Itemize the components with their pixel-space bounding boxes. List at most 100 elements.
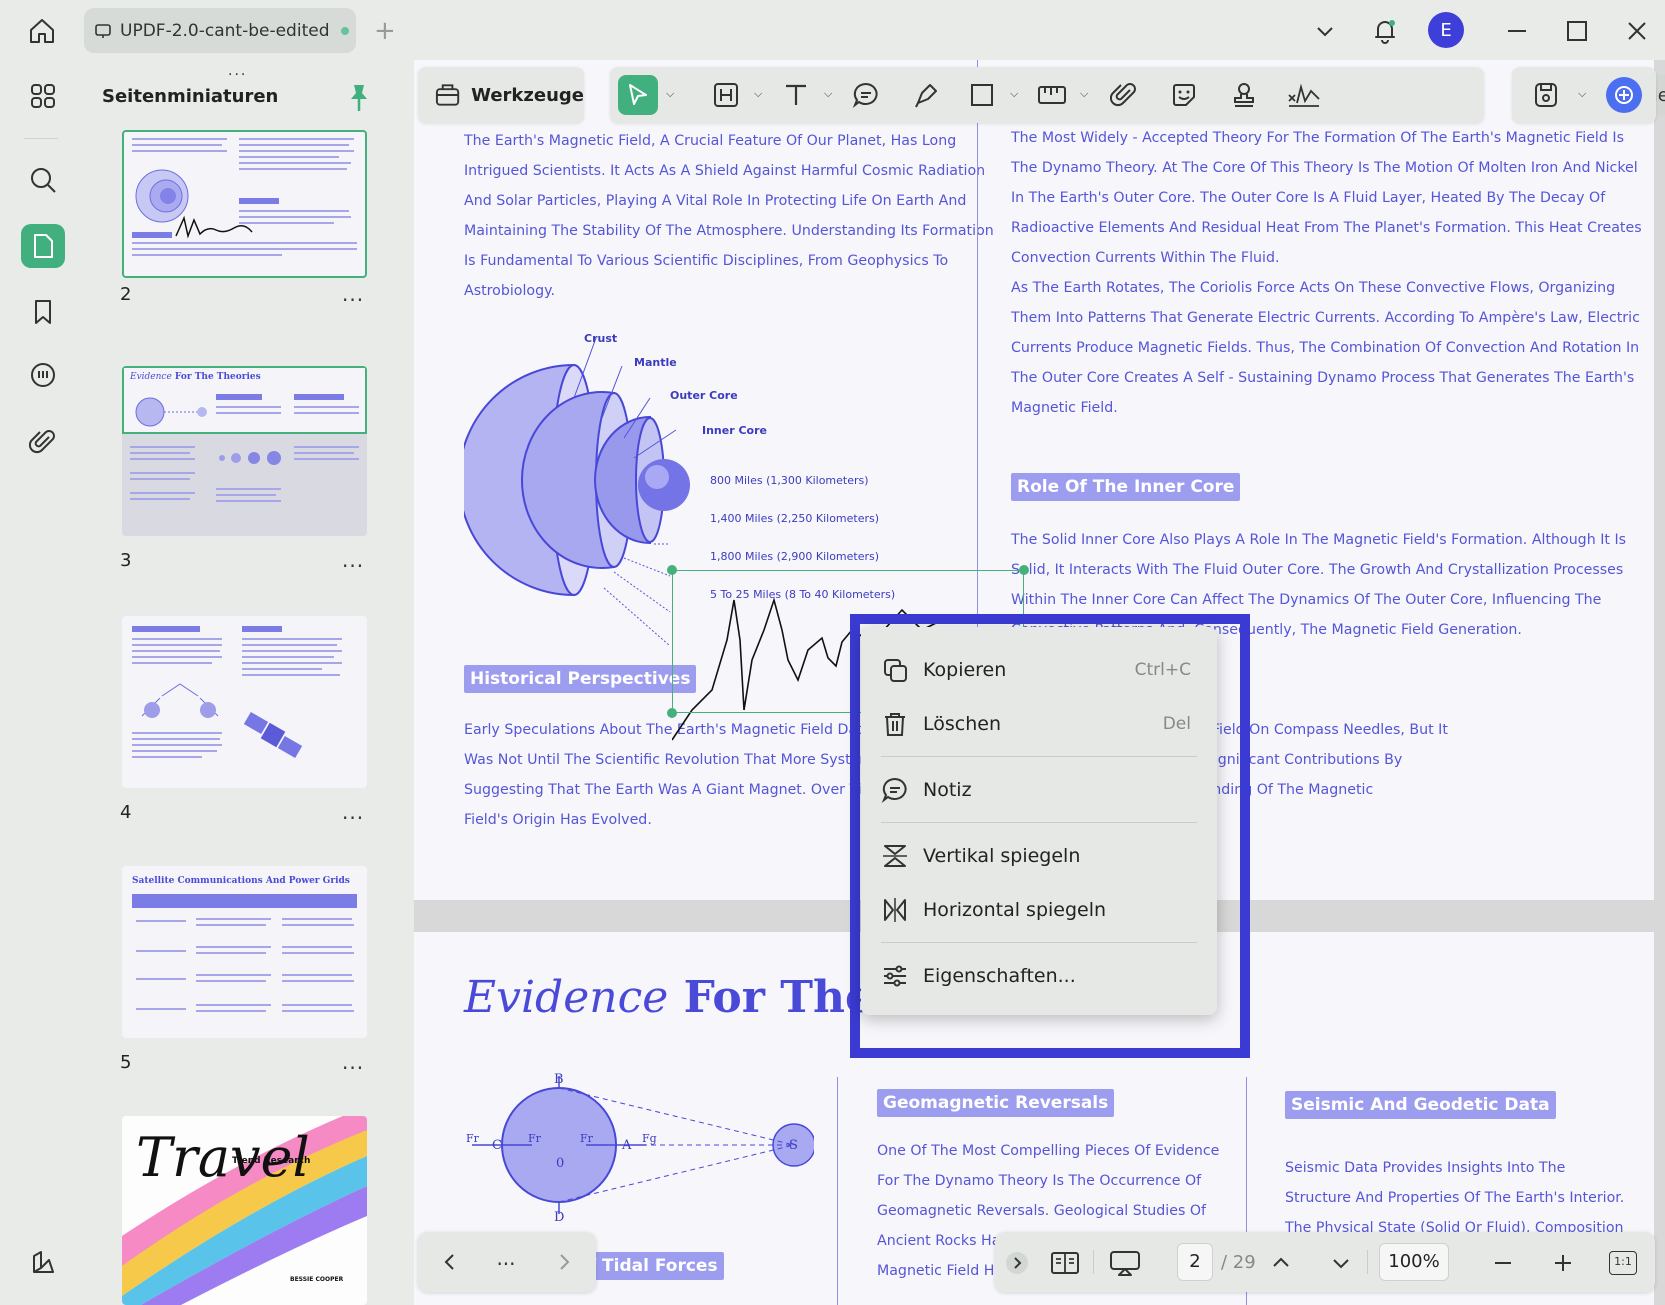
actual-size-button[interactable]: 1:1 bbox=[1605, 1245, 1641, 1281]
resize-handle[interactable] bbox=[1019, 565, 1029, 575]
maximize-button[interactable] bbox=[1560, 14, 1594, 48]
thumbnail-panel: ... Seitenminiaturen 2 ... Evidence For … bbox=[80, 60, 410, 1305]
comment-tool[interactable] bbox=[846, 75, 886, 115]
menu-item-flip-horizontal[interactable]: Horizontal spiegeln bbox=[879, 887, 1199, 933]
ai-icon bbox=[1615, 86, 1633, 104]
page-down-button[interactable] bbox=[1323, 1245, 1359, 1281]
rail-attachments-button[interactable] bbox=[21, 420, 65, 464]
main-toolbar: Werkzeuge ⌵ ⌵ ⌵ ⌵ ⌵ ⌵ bbox=[414, 64, 1665, 128]
label-mantle: Mantle bbox=[634, 356, 677, 369]
force-label-a: A bbox=[622, 1138, 632, 1153]
rail-settings-button[interactable] bbox=[21, 1240, 65, 1284]
minus-icon bbox=[1495, 1262, 1511, 1264]
thumbnail-page-6[interactable]: Travel Trend Research BESSIE COOPER bbox=[122, 1116, 367, 1305]
presentation-button[interactable] bbox=[1107, 1245, 1143, 1281]
historical-heading: Historical Perspectives bbox=[464, 665, 697, 693]
close-window-button[interactable] bbox=[1620, 14, 1654, 48]
rail-bookmarks-button[interactable] bbox=[21, 290, 65, 334]
cursor-icon bbox=[629, 84, 647, 105]
resize-handle[interactable] bbox=[667, 565, 677, 575]
next-button[interactable] bbox=[546, 1244, 582, 1280]
ai-assistant-button[interactable] bbox=[1606, 77, 1642, 113]
nav-more-button[interactable]: ... bbox=[488, 1240, 524, 1276]
menu-item-delete[interactable]: Löschen Del bbox=[879, 701, 1199, 747]
new-tab-button[interactable]: + bbox=[374, 16, 396, 46]
collapse-bar-button[interactable] bbox=[999, 1245, 1035, 1281]
bell-icon bbox=[1375, 20, 1395, 44]
tools-button[interactable]: Werkzeuge bbox=[418, 67, 584, 123]
signature-tool[interactable] bbox=[1284, 75, 1324, 115]
thumb-satellite-dishes bbox=[141, 683, 219, 718]
force-label-fr: Fr bbox=[580, 1132, 593, 1145]
zoom-in-button[interactable] bbox=[1545, 1245, 1581, 1281]
page-layout-button[interactable] bbox=[1047, 1245, 1083, 1281]
rail-organize-button[interactable] bbox=[21, 74, 65, 118]
menu-item-properties[interactable]: Eigenschaften... bbox=[879, 953, 1199, 999]
thumbnail-more-button[interactable]: ... bbox=[342, 1050, 364, 1074]
layers-icon bbox=[33, 1251, 54, 1273]
page-up-button[interactable] bbox=[1263, 1245, 1299, 1281]
stamp-icon bbox=[1234, 83, 1254, 107]
menu-item-note[interactable]: Notiz bbox=[879, 767, 1199, 813]
maximize-icon bbox=[1567, 21, 1587, 41]
text-tool[interactable] bbox=[776, 75, 816, 115]
rail-thumbnails-button[interactable] bbox=[21, 224, 65, 268]
pen-tool[interactable] bbox=[906, 75, 946, 115]
highlight-tool[interactable] bbox=[706, 75, 746, 115]
resize-handle[interactable] bbox=[667, 708, 677, 718]
trash-icon bbox=[879, 708, 911, 740]
thumbnail-more-button[interactable]: ... bbox=[342, 800, 364, 824]
thumbnail-number: 2 bbox=[120, 284, 132, 305]
panel-drag-handle[interactable]: ... bbox=[228, 63, 247, 79]
force-label-d: D bbox=[554, 1210, 565, 1225]
zoom-input[interactable]: 100% bbox=[1379, 1243, 1449, 1281]
menu-item-copy[interactable]: Kopieren Ctrl+C bbox=[879, 647, 1199, 693]
menu-item-flip-vertical[interactable]: Vertikal spiegeln bbox=[879, 833, 1199, 879]
thumb-force-diagram bbox=[135, 397, 207, 427]
chevron-down-icon[interactable]: ⌵ bbox=[1080, 87, 1088, 101]
tools-label: Werkzeuge bbox=[471, 84, 584, 106]
thumbnail-more-button[interactable]: ... bbox=[342, 282, 364, 306]
column-divider bbox=[837, 1077, 838, 1305]
label-distance-1: 800 Miles (1,300 Kilometers) bbox=[710, 474, 869, 487]
actual-size-icon: 1:1 bbox=[1609, 1251, 1637, 1275]
thumbnail-page-3[interactable]: Evidence For The Theories bbox=[122, 366, 367, 536]
chevron-down-icon[interactable]: ⌵ bbox=[754, 87, 762, 101]
stamp-tool[interactable] bbox=[1224, 75, 1264, 115]
notifications-button[interactable] bbox=[1368, 14, 1402, 48]
thumb-satellite bbox=[243, 711, 303, 759]
speech-bubble-icon bbox=[852, 82, 878, 108]
rail-divider bbox=[24, 138, 58, 139]
chevron-down-icon[interactable]: ⌵ bbox=[1010, 87, 1018, 101]
label-distance-2: 1,400 Miles (2,250 Kilometers) bbox=[710, 512, 880, 525]
home-button[interactable] bbox=[22, 14, 62, 48]
chevron-down-icon[interactable]: ⌵ bbox=[666, 87, 674, 101]
comment-icon bbox=[31, 363, 55, 387]
left-rail bbox=[0, 60, 80, 1305]
chevron-down-icon[interactable]: ⌵ bbox=[824, 87, 832, 101]
thumbnail-page-4[interactable] bbox=[122, 616, 367, 788]
measure-tool[interactable] bbox=[1032, 75, 1072, 115]
text-icon bbox=[786, 84, 806, 105]
user-avatar[interactable]: E bbox=[1428, 12, 1464, 48]
tabs-dropdown-button[interactable] bbox=[1308, 14, 1342, 48]
zoom-out-button[interactable] bbox=[1485, 1245, 1521, 1281]
minimize-button[interactable] bbox=[1500, 14, 1534, 48]
document-tab[interactable]: UPDF-2.0-cant-be-edited bbox=[84, 8, 356, 53]
force-label-fr: Fr bbox=[528, 1132, 541, 1145]
pin-button[interactable] bbox=[344, 80, 374, 116]
thumbnail-page-5[interactable]: Satellite Communications And Power Grids bbox=[122, 866, 367, 1038]
save-button[interactable] bbox=[1526, 75, 1566, 115]
attach-tool[interactable] bbox=[1104, 75, 1144, 115]
sticker-tool[interactable] bbox=[1164, 75, 1204, 115]
rail-search-button[interactable] bbox=[21, 158, 65, 202]
thumbnail-page-2[interactable] bbox=[122, 130, 367, 278]
prev-button[interactable] bbox=[432, 1244, 468, 1280]
sticker-icon bbox=[1173, 84, 1195, 106]
chevron-down-icon[interactable]: ⌵ bbox=[1578, 87, 1586, 101]
thumbnail-more-button[interactable]: ... bbox=[342, 548, 364, 572]
select-tool[interactable] bbox=[618, 75, 658, 115]
rail-comments-button[interactable] bbox=[21, 354, 65, 398]
page-number-input[interactable]: 2 bbox=[1177, 1243, 1213, 1281]
shape-tool[interactable] bbox=[962, 75, 1002, 115]
